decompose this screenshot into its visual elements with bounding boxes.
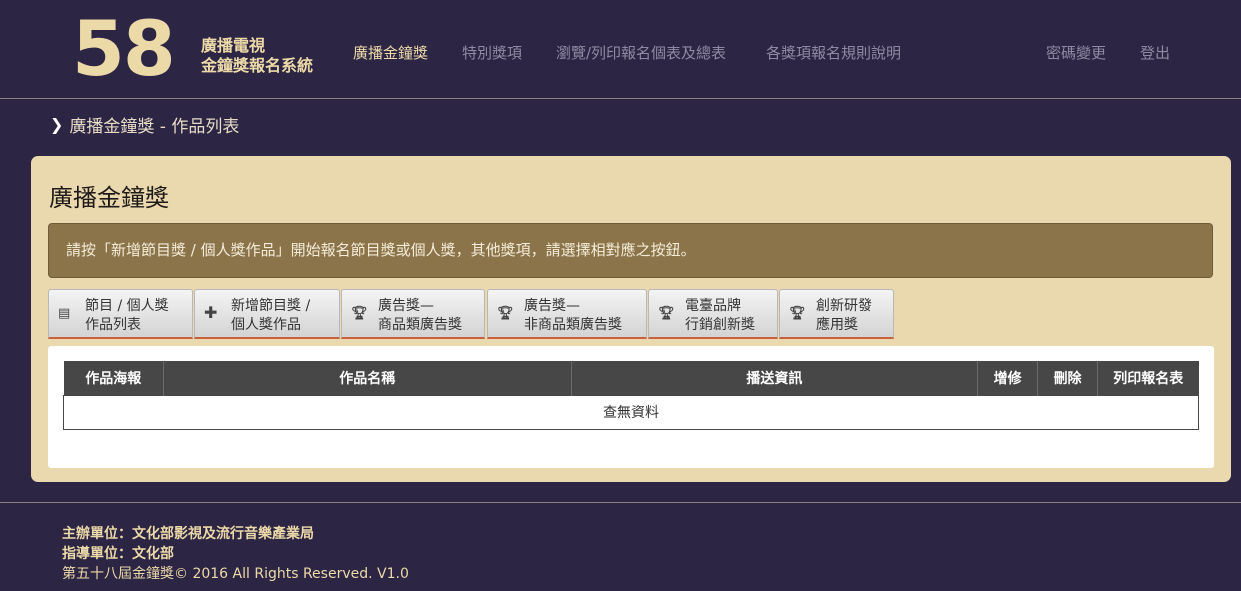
tab-label: 電臺品牌 行銷創新獎 — [685, 298, 755, 333]
footer: 主辦單位：文化部影視及流行音樂產業局 指導單位：文化部 第五十八屆金鐘獎© 20… — [62, 524, 409, 584]
works-table: 作品海報 作品名稱 播送資訊 增修 刪除 列印報名表 查無資料 — [63, 361, 1199, 430]
trophy-icon: 🏆︎ — [658, 306, 675, 321]
header: 58 廣播電視 金鐘獎報名系統 廣播金鐘獎 特別獎項 瀏覽/列印報名個表及總表 … — [0, 0, 1241, 98]
table-header-row: 作品海報 作品名稱 播送資訊 增修 刪除 列印報名表 — [63, 361, 1199, 395]
footer-divider — [0, 502, 1241, 503]
col-broadcast-info: 播送資訊 — [570, 361, 978, 395]
footer-organizer: 主辦單位：文化部影視及流行音樂產業局 — [62, 526, 314, 542]
list-icon: ▤ — [58, 306, 71, 321]
tab-work-list[interactable]: ▤ 節目 / 個人獎 作品列表 — [48, 289, 193, 339]
nav-rules[interactable]: 各獎項報名規則說明 — [766, 42, 901, 63]
col-delete: 刪除 — [1037, 361, 1098, 395]
plus-icon: ✚ — [204, 303, 218, 322]
tab-innovation-award[interactable]: 🏆︎ 創新研發 應用獎 — [779, 289, 894, 339]
tab-add-work[interactable]: ✚ 新增節目獎 / 個人獎作品 — [194, 289, 340, 339]
trophy-icon: 🏆︎ — [497, 306, 514, 321]
logo-line-1: 廣播電視 — [201, 36, 266, 55]
nav-broadcast-award[interactable]: 廣播金鐘獎 — [353, 42, 428, 63]
col-print: 列印報名表 — [1097, 361, 1199, 395]
tab-label: 廣告獎— 商品類廣告獎 — [378, 298, 462, 333]
main-panel: 廣播金鐘獎 請按「新增節目獎 / 個人獎作品」開始報名節目獎或個人獎，其他獎項，… — [31, 156, 1231, 482]
tab-brand-marketing-award[interactable]: 🏆︎ 電臺品牌 行銷創新獎 — [648, 289, 778, 339]
col-title: 作品名稱 — [162, 361, 572, 395]
tab-commercial-ad-award[interactable]: 🏆︎ 廣告獎— 商品類廣告獎 — [341, 289, 485, 339]
empty-message: 查無資料 — [63, 394, 1199, 430]
logo-line-2: 金鐘獎報名系統 — [201, 56, 314, 75]
nav-logout[interactable]: 登出 — [1140, 42, 1170, 63]
chevron-right-icon: ❯ — [50, 115, 64, 134]
table-row: 查無資料 — [63, 394, 1199, 430]
page-title: 廣播金鐘獎 — [49, 184, 169, 212]
trophy-icon: 🏆︎ — [789, 306, 806, 321]
tab-noncommercial-ad-award[interactable]: 🏆︎ 廣告獎— 非商品類廣告獎 — [487, 289, 647, 339]
footer-advisor: 指導單位：文化部 — [62, 546, 174, 562]
header-divider — [0, 98, 1241, 99]
breadcrumb: ❯ 廣播金鐘獎 - 作品列表 — [50, 112, 239, 137]
breadcrumb-text: 廣播金鐘獎 - 作品列表 — [69, 117, 240, 137]
col-poster: 作品海報 — [63, 361, 164, 395]
tab-label: 創新研發 應用獎 — [816, 298, 872, 333]
tab-label: 節目 / 個人獎 作品列表 — [85, 298, 169, 333]
logo-text: 廣播電視 金鐘獎報名系統 — [201, 36, 313, 76]
trophy-icon: 🏆︎ — [351, 306, 368, 321]
logo-number: 58 — [72, 4, 176, 93]
nav-special-award[interactable]: 特別獎項 — [462, 42, 522, 63]
nav-change-password[interactable]: 密碼變更 — [1046, 42, 1106, 63]
nav-browse-print[interactable]: 瀏覽/列印報名個表及總表 — [556, 42, 726, 63]
footer-copyright: 第五十八屆金鐘獎© 2016 All Rights Reserved. V1.0 — [62, 566, 409, 582]
tab-label: 新增節目獎 / 個人獎作品 — [231, 298, 311, 333]
col-edit: 增修 — [977, 361, 1038, 395]
content-area: 作品海報 作品名稱 播送資訊 增修 刪除 列印報名表 查無資料 — [48, 346, 1214, 468]
tab-label: 廣告獎— 非商品類廣告獎 — [524, 298, 622, 333]
notice-banner: 請按「新增節目獎 / 個人獎作品」開始報名節目獎或個人獎，其他獎項，請選擇相對應… — [48, 223, 1213, 278]
